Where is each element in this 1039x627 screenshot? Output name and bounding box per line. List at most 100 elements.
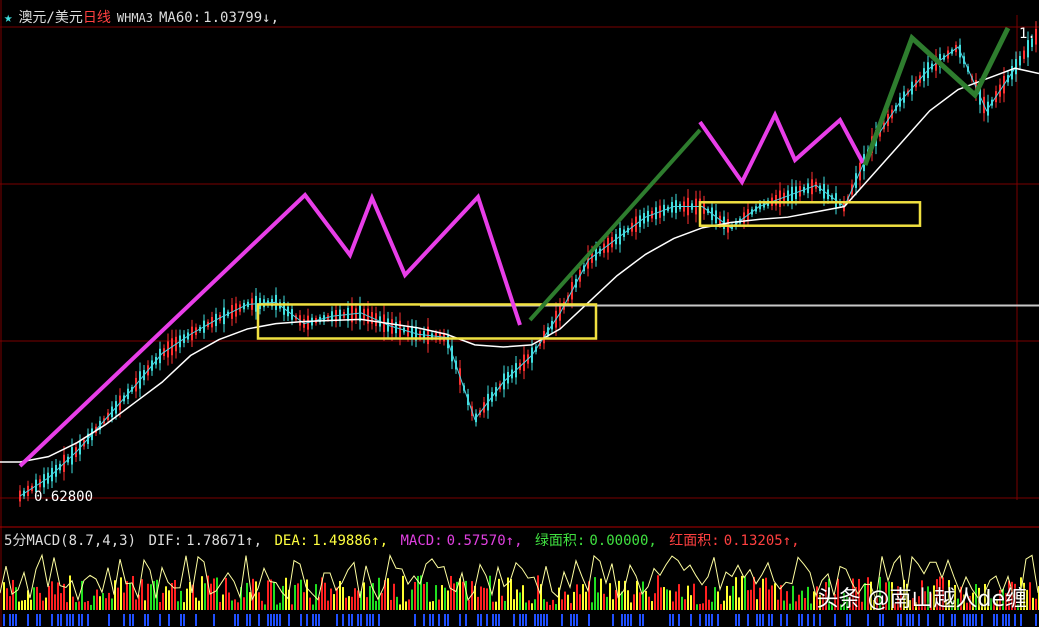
macd-bar bbox=[108, 592, 110, 610]
macd-bar bbox=[231, 600, 233, 610]
macd-bar bbox=[738, 614, 740, 626]
macd-bar bbox=[729, 595, 731, 610]
macd-bar bbox=[444, 587, 446, 610]
macd-bar bbox=[9, 596, 11, 610]
macd-bar bbox=[144, 600, 146, 610]
macd-bar bbox=[1029, 582, 1031, 610]
macd-bar bbox=[561, 599, 563, 610]
candle bbox=[1015, 59, 1017, 75]
macd-bar bbox=[534, 599, 536, 610]
macd-bar bbox=[276, 614, 278, 626]
macd-bar bbox=[351, 596, 353, 610]
macd-bar bbox=[432, 601, 434, 610]
macd-bar bbox=[582, 584, 584, 610]
macd-bar bbox=[912, 614, 914, 626]
macd-bar bbox=[168, 590, 170, 610]
macd-bar bbox=[495, 614, 497, 626]
macd-bar bbox=[180, 590, 182, 610]
macd-bar bbox=[765, 577, 767, 610]
macd-bar bbox=[402, 575, 404, 610]
macd-bar bbox=[132, 614, 134, 626]
macd-bar bbox=[564, 591, 566, 610]
macd-bar bbox=[576, 584, 578, 610]
macd-bar bbox=[198, 600, 200, 610]
macd-bar bbox=[186, 588, 188, 610]
macd-bar bbox=[372, 614, 374, 626]
macd-bar bbox=[498, 578, 500, 610]
macd-bar bbox=[444, 614, 446, 626]
macd-bar bbox=[543, 599, 545, 610]
macd-bar bbox=[234, 614, 236, 626]
macd-bar bbox=[246, 614, 248, 626]
macd-bar bbox=[738, 597, 740, 610]
macd-bar bbox=[846, 614, 848, 626]
magenta-arrow bbox=[698, 110, 865, 186]
macd-bar bbox=[423, 614, 425, 626]
macd-bar bbox=[39, 592, 41, 610]
macd-bar bbox=[132, 575, 134, 610]
macd-bar bbox=[531, 603, 533, 610]
macd-bar bbox=[408, 599, 410, 610]
macd-bar bbox=[213, 614, 215, 626]
macd-bar bbox=[183, 602, 185, 610]
macd-bar bbox=[702, 603, 704, 610]
macd-bar bbox=[249, 614, 251, 626]
macd-bar bbox=[537, 614, 539, 626]
macd-bar bbox=[84, 602, 86, 610]
macd-bar bbox=[180, 614, 182, 626]
macd-bar bbox=[672, 601, 674, 610]
watermark: 头条 @南山越人de缠 bbox=[816, 587, 1028, 612]
macd-bar bbox=[69, 614, 71, 626]
macd-bar bbox=[315, 614, 317, 626]
macd-bar bbox=[330, 588, 332, 610]
macd-bar bbox=[213, 578, 215, 610]
dea-value: 1.49886↑, bbox=[312, 533, 389, 549]
macd-bar bbox=[1035, 598, 1037, 610]
macd-bar bbox=[33, 587, 35, 610]
macd-bar bbox=[195, 614, 197, 626]
macd-bar bbox=[249, 592, 251, 610]
macd-bar bbox=[600, 578, 602, 610]
macd-bar bbox=[87, 600, 89, 610]
macd-bar bbox=[279, 602, 281, 610]
macd-bar bbox=[639, 614, 641, 626]
macd-bar bbox=[27, 614, 29, 626]
macd-bar bbox=[468, 599, 470, 610]
macd-bar bbox=[792, 585, 794, 610]
macd-bar bbox=[351, 614, 353, 626]
macd-bar bbox=[279, 614, 281, 626]
macd-bar bbox=[867, 614, 869, 626]
macd-bar bbox=[336, 614, 338, 626]
macd-bar bbox=[57, 614, 59, 626]
green-area-value: 0.00000, bbox=[589, 533, 657, 549]
macd-bar bbox=[966, 614, 968, 626]
macd-bar bbox=[429, 601, 431, 610]
macd-bar bbox=[258, 592, 260, 610]
macd-bar bbox=[87, 614, 89, 626]
macd-bar bbox=[414, 614, 416, 626]
macd-bar bbox=[660, 587, 662, 610]
macd-bar bbox=[747, 614, 749, 626]
green-arrow bbox=[528, 128, 702, 322]
macd-bar bbox=[789, 603, 791, 610]
macd-bar bbox=[165, 586, 167, 610]
macd-bar bbox=[609, 583, 611, 610]
macd-bar bbox=[687, 585, 689, 610]
macd-bar bbox=[54, 594, 56, 610]
macd-bar bbox=[678, 614, 680, 626]
trend-arrows bbox=[18, 26, 1011, 468]
macd-bar bbox=[1032, 597, 1034, 610]
macd-bar bbox=[12, 579, 14, 610]
macd-bar bbox=[756, 599, 758, 610]
macd-bar bbox=[798, 594, 800, 610]
macd-bar bbox=[519, 592, 521, 610]
macd-bar bbox=[567, 594, 569, 610]
macd-bar bbox=[759, 614, 761, 626]
macd-bar bbox=[963, 614, 965, 626]
macd-bar bbox=[720, 604, 722, 610]
macd-bar bbox=[297, 583, 299, 610]
dif-label: DIF: bbox=[148, 533, 183, 549]
macd-bar bbox=[510, 579, 512, 610]
macd-bar bbox=[882, 614, 884, 626]
macd-bar bbox=[225, 577, 227, 610]
